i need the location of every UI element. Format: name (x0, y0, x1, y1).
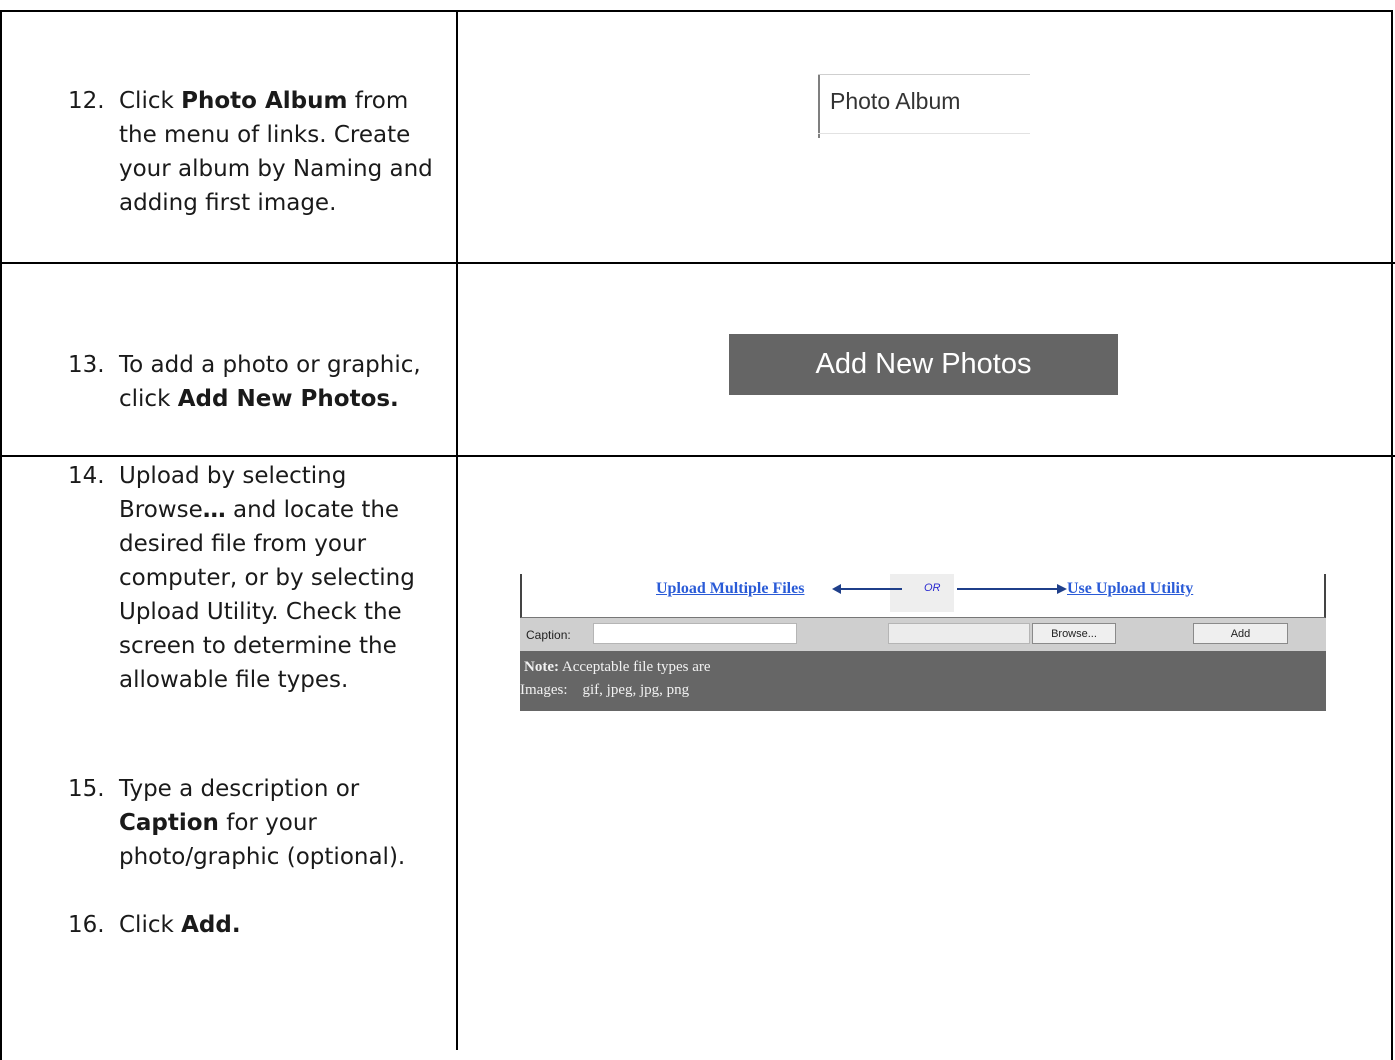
upload-form-row: Caption: Browse... Add (520, 618, 1326, 651)
add-new-photos-button[interactable]: Add New Photos (729, 334, 1118, 395)
use-upload-utility-link[interactable]: Use Upload Utility (1067, 580, 1193, 598)
arrow-left-icon (832, 584, 902, 594)
upload-panel: Upload Multiple Files OR Use Upload Util… (520, 574, 1326, 711)
step-text: Click Photo Album from the menu of links… (119, 88, 433, 216)
add-new-photos-ref: Add New Photos. (177, 386, 399, 412)
row-divider (0, 262, 1395, 264)
allowed-file-types: Images: gif, jpeg, jpg, png (520, 682, 690, 698)
link-top-border (818, 74, 1030, 75)
file-path-input[interactable] (888, 623, 1030, 644)
step-text: To add a photo or graphic, click Add New… (119, 352, 421, 412)
step-number: 13. (68, 352, 105, 378)
link-bottom-border (818, 133, 1030, 134)
step-text: Upload by selecting Browse… and locate t… (119, 463, 415, 693)
photo-album-label: Photo Album (830, 88, 961, 114)
caption-ref: Caption (119, 810, 219, 836)
step-number: 14. (68, 463, 105, 489)
step-number: 12. (68, 88, 105, 114)
upload-multiple-files-link[interactable]: Upload Multiple Files (656, 580, 804, 598)
caption-label: Caption: (526, 628, 571, 642)
caption-input[interactable] (593, 623, 797, 644)
step-number: 15. (68, 776, 105, 802)
photo-album-link[interactable]: Photo Album (818, 74, 1030, 138)
add-ref: Add. (181, 912, 241, 938)
column-divider (456, 10, 458, 1050)
browse-button[interactable]: Browse... (1032, 623, 1116, 644)
arrow-right-icon (957, 584, 1067, 594)
step-text: Type a description or Caption for your p… (119, 776, 406, 870)
add-button[interactable]: Add (1193, 623, 1288, 644)
step-number: 16. (68, 912, 105, 938)
file-types-note: Note: Acceptable file types are Images: … (520, 651, 1326, 711)
row-divider (0, 455, 1395, 457)
or-label: OR (924, 582, 941, 594)
step-text: Click Add. (119, 912, 241, 938)
link-left-border (818, 74, 820, 138)
upload-options-bar: Upload Multiple Files OR Use Upload Util… (520, 574, 1326, 618)
photo-album-ref: Photo Album (181, 88, 348, 114)
